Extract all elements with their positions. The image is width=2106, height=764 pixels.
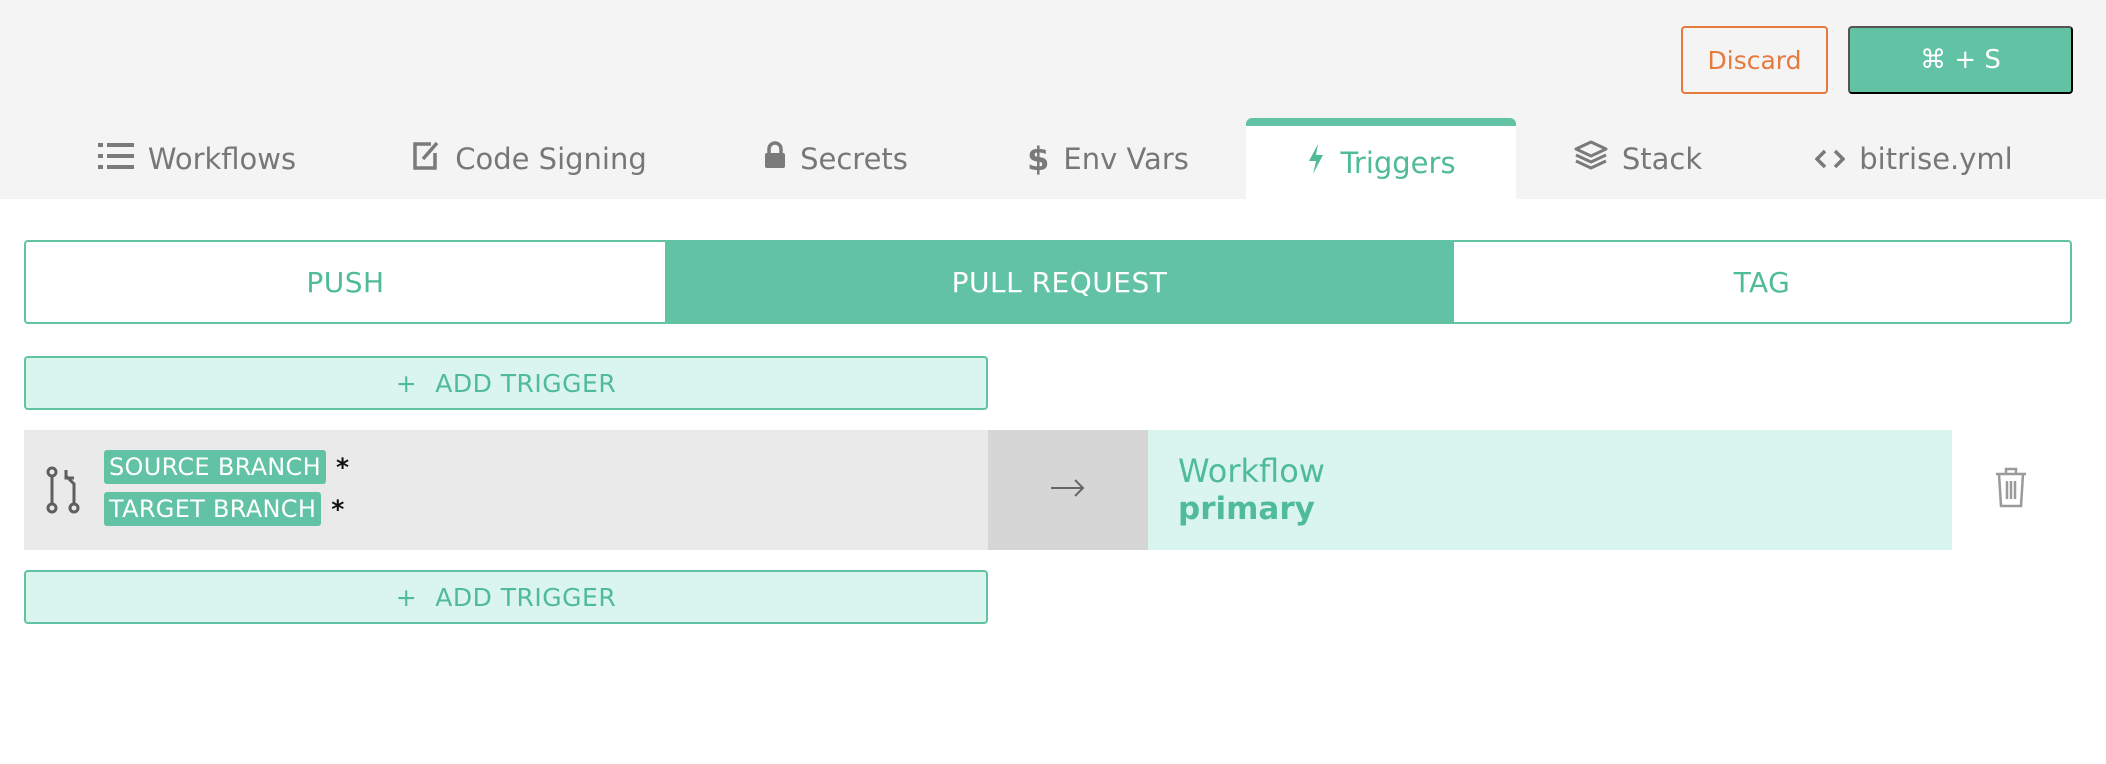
trigger-type-selector: PUSH PULL REQUEST TAG: [24, 240, 2072, 324]
trigger-type-pull-request[interactable]: PULL REQUEST: [665, 242, 1454, 322]
lock-icon: [764, 141, 786, 176]
lightning-icon: [1306, 143, 1326, 182]
tab-label: bitrise.yml: [1859, 141, 2013, 176]
layers-icon: [1574, 140, 1608, 177]
workflow-label: Workflow: [1178, 452, 1325, 490]
arrow-right-icon: [1050, 478, 1086, 502]
save-button[interactable]: ⌘ + S: [1848, 26, 2073, 94]
add-trigger-label: ADD TRIGGER: [435, 582, 617, 612]
pull-request-icon: [46, 466, 80, 518]
tab-label: Secrets: [800, 141, 908, 176]
source-branch-line: SOURCE BRANCH *: [104, 450, 349, 484]
trash-icon[interactable]: [1994, 466, 2028, 512]
target-branch-tag: TARGET BRANCH: [104, 492, 322, 526]
tab-secrets[interactable]: Secrets: [756, 118, 916, 199]
tab-label: Code Signing: [455, 141, 647, 176]
tab-triggers[interactable]: Triggers: [1246, 118, 1516, 199]
trigger-type-push[interactable]: PUSH: [26, 242, 665, 322]
arrow-cell: [988, 430, 1148, 550]
workflow-name: primary: [1178, 491, 1315, 527]
tab-bitrise-yml[interactable]: bitrise.yml: [1808, 118, 2020, 199]
tab-stack[interactable]: Stack: [1568, 118, 1708, 199]
plus-icon: +: [395, 368, 418, 398]
add-trigger-button-bottom[interactable]: + ADD TRIGGER: [24, 570, 988, 624]
list-icon: [97, 142, 134, 176]
add-trigger-label: ADD TRIGGER: [435, 368, 617, 398]
source-branch-value: *: [335, 452, 350, 482]
dollar-icon: $: [1027, 139, 1050, 178]
target-branch-line: TARGET BRANCH *: [104, 492, 344, 526]
discard-button[interactable]: Discard: [1681, 26, 1828, 94]
tab-label: Workflows: [147, 141, 297, 176]
trigger-row[interactable]: SOURCE BRANCH * TARGET BRANCH * Workflow…: [24, 430, 1952, 550]
tab-env-vars[interactable]: $ Env Vars: [1018, 118, 1198, 199]
trigger-condition[interactable]: SOURCE BRANCH * TARGET BRANCH *: [24, 430, 988, 550]
code-icon: [1814, 142, 1846, 176]
tab-label: Triggers: [1340, 145, 1456, 180]
edit-document-icon: [411, 139, 441, 178]
add-trigger-button-top[interactable]: + ADD TRIGGER: [24, 356, 988, 410]
tab-label: Env Vars: [1063, 141, 1189, 176]
tab-code-signing[interactable]: Code Signing: [398, 118, 660, 199]
source-branch-tag: SOURCE BRANCH: [104, 450, 326, 484]
trigger-type-tag[interactable]: TAG: [1454, 242, 2070, 322]
tab-workflows[interactable]: Workflows: [62, 118, 332, 199]
workflow-cell[interactable]: Workflow primary: [1148, 430, 1952, 550]
target-branch-value: *: [331, 494, 345, 524]
plus-icon: +: [395, 582, 418, 612]
tab-label: Stack: [1621, 141, 1703, 176]
